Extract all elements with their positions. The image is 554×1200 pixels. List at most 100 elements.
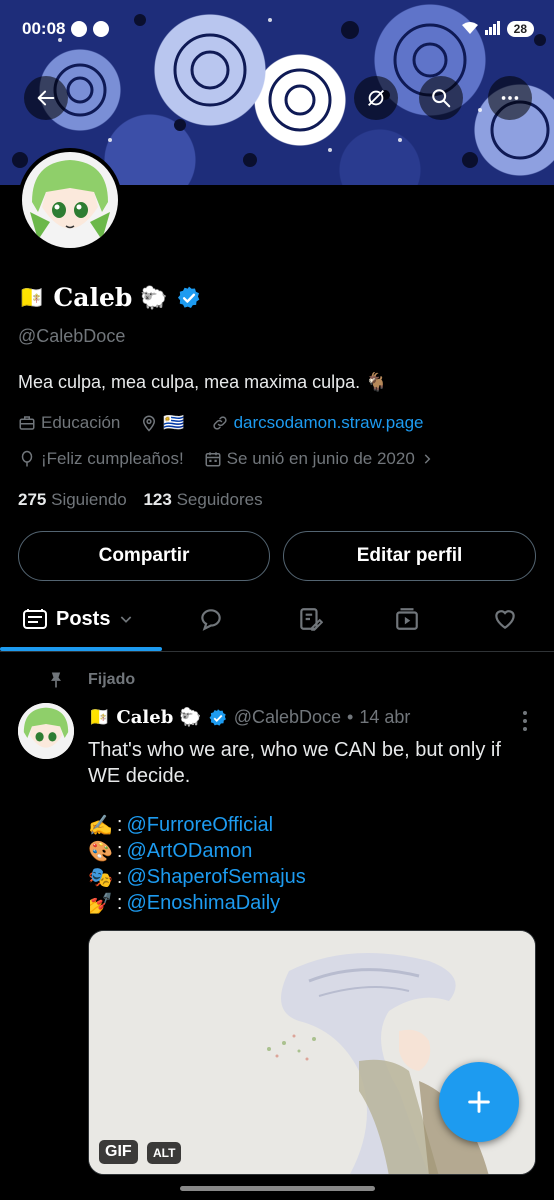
gif-badge: GIF bbox=[99, 1140, 138, 1164]
joined-item[interactable]: Se unió en junio de 2020 bbox=[204, 449, 434, 469]
profile-bio: Mea culpa, mea culpa, mea maxima culpa. … bbox=[18, 372, 388, 392]
credit-colon: : bbox=[116, 892, 123, 914]
credit-colon: : bbox=[116, 840, 123, 862]
profile-name-row: 🇻🇦 Caleb 🐑 bbox=[18, 283, 202, 312]
credit-line: ✍️: @FurroreOfficial bbox=[88, 813, 273, 838]
tab-posts-label: Posts bbox=[56, 607, 111, 630]
verified-icon[interactable] bbox=[176, 285, 202, 311]
following-label: Siguiendo bbox=[51, 490, 127, 509]
home-indicator[interactable] bbox=[180, 1186, 375, 1191]
location-flag: 🇺🇾 bbox=[163, 413, 185, 432]
more-button[interactable] bbox=[488, 76, 532, 120]
profile-meta-row-1: Educación 🇺🇾 darcsodamon.straw.page bbox=[18, 413, 424, 433]
media-icon bbox=[396, 608, 418, 630]
credit-mention[interactable]: @ShaperofSemajus bbox=[126, 866, 305, 889]
pin-icon bbox=[51, 672, 61, 688]
credit-mention[interactable]: @EnoshimaDaily bbox=[126, 892, 280, 915]
compose-plus-icon bbox=[468, 1091, 490, 1113]
post-flag: 🇻🇦 bbox=[88, 707, 111, 727]
location-icon bbox=[143, 415, 156, 432]
tab-replies[interactable] bbox=[198, 595, 224, 643]
tab-likes[interactable] bbox=[492, 595, 518, 643]
posts-icon bbox=[23, 609, 47, 629]
signal-icon bbox=[484, 20, 501, 38]
app-notification-icon bbox=[71, 21, 88, 37]
credit-emoji: 🎭 bbox=[88, 867, 113, 889]
post-author-handle[interactable]: @CalebDoce bbox=[234, 707, 341, 728]
highlights-icon bbox=[300, 608, 323, 631]
follow-counts: 275 Siguiendo 123 Seguidores bbox=[18, 490, 263, 510]
share-button[interactable]: Compartir bbox=[18, 531, 270, 581]
status-time: 00:08 bbox=[22, 19, 66, 38]
discord-icon bbox=[93, 21, 110, 37]
more-icon bbox=[501, 96, 519, 100]
back-button[interactable] bbox=[24, 76, 68, 120]
followers-link[interactable]: 123 Seguidores bbox=[143, 490, 262, 509]
post-separator: • bbox=[347, 707, 354, 727]
chevron-down-icon bbox=[121, 616, 132, 623]
balloon-icon bbox=[21, 450, 33, 467]
profile-name: Caleb bbox=[53, 283, 133, 312]
status-bar: 00:08 28 bbox=[22, 14, 534, 44]
post-verified-icon bbox=[209, 708, 226, 726]
category-item: Educación bbox=[18, 413, 120, 433]
post-text: That's who we are, who we CAN be, but on… bbox=[88, 739, 501, 787]
back-arrow-icon bbox=[37, 90, 55, 106]
vatican-flag: 🇻🇦 bbox=[18, 284, 46, 310]
joined-label: Se unió en junio de 2020 bbox=[226, 449, 415, 468]
briefcase-icon bbox=[19, 416, 35, 430]
profile-meta-row-2: ¡Feliz cumpleaños! Se unió en junio de 2… bbox=[18, 449, 434, 469]
vertical-more-icon bbox=[523, 711, 527, 731]
calendar-icon bbox=[205, 452, 221, 467]
post-more-button[interactable] bbox=[520, 710, 530, 737]
category-label: Educación bbox=[41, 413, 121, 432]
credit-mention[interactable]: @ArtODamon bbox=[126, 840, 252, 863]
website-item[interactable]: darcsodamon.straw.page bbox=[211, 413, 424, 433]
credit-line: 💅: @EnoshimaDaily bbox=[88, 891, 280, 916]
post-date[interactable]: 14 abr bbox=[359, 707, 410, 728]
alt-badge[interactable]: ALT bbox=[147, 1142, 182, 1164]
notifications-button[interactable] bbox=[354, 76, 398, 120]
battery-indicator: 28 bbox=[506, 21, 534, 37]
followers-label: Seguidores bbox=[176, 490, 263, 509]
post-sheep-emoji: 🐑 bbox=[179, 707, 202, 727]
followers-count: 123 bbox=[143, 490, 172, 509]
avatar-image bbox=[22, 152, 118, 248]
no-notifications-icon bbox=[368, 90, 384, 106]
link-icon bbox=[212, 416, 227, 430]
wifi-icon bbox=[461, 21, 479, 38]
tab-media[interactable] bbox=[394, 595, 420, 643]
post-avatar[interactable] bbox=[18, 703, 74, 759]
sheep-emoji: 🐑 bbox=[140, 284, 168, 310]
website-link[interactable]: darcsodamon.straw.page bbox=[234, 413, 424, 433]
credit-emoji: 🎨 bbox=[88, 841, 113, 863]
search-button[interactable] bbox=[419, 76, 463, 120]
pinned-indicator: Fijado bbox=[46, 670, 135, 690]
post-author-name[interactable]: Caleb bbox=[116, 707, 173, 728]
credit-colon: : bbox=[116, 866, 123, 888]
chevron-right-icon bbox=[424, 454, 431, 464]
search-icon bbox=[432, 89, 451, 108]
compose-button[interactable] bbox=[439, 1062, 519, 1142]
pinned-label: Fijado bbox=[88, 671, 136, 688]
credit-line: 🎨: @ArtODamon bbox=[88, 839, 252, 864]
edit-profile-button[interactable]: Editar perfil bbox=[283, 531, 536, 581]
credit-colon: : bbox=[116, 814, 123, 836]
birthday-item: ¡Feliz cumpleaños! bbox=[18, 449, 184, 469]
profile-handle: @CalebDoce bbox=[18, 326, 126, 346]
following-link[interactable]: 275 Siguiendo bbox=[18, 490, 127, 509]
tab-posts[interactable]: Posts bbox=[22, 595, 134, 643]
likes-icon bbox=[495, 610, 515, 629]
profile-tabs: Posts bbox=[0, 595, 554, 651]
credit-mention[interactable]: @FurroreOfficial bbox=[126, 814, 273, 837]
location-item: 🇺🇾 bbox=[140, 413, 185, 433]
credit-line: 🎭: @ShaperofSemajus bbox=[88, 865, 306, 890]
credit-emoji: ✍️ bbox=[88, 815, 113, 837]
post-avatar-image bbox=[18, 703, 74, 759]
credit-emoji: 💅 bbox=[88, 893, 113, 915]
replies-icon bbox=[201, 609, 221, 631]
tabs-divider bbox=[0, 651, 554, 652]
birthday-label: ¡Feliz cumpleaños! bbox=[41, 449, 184, 468]
profile-avatar[interactable] bbox=[18, 148, 122, 252]
tab-highlights[interactable] bbox=[297, 595, 323, 643]
